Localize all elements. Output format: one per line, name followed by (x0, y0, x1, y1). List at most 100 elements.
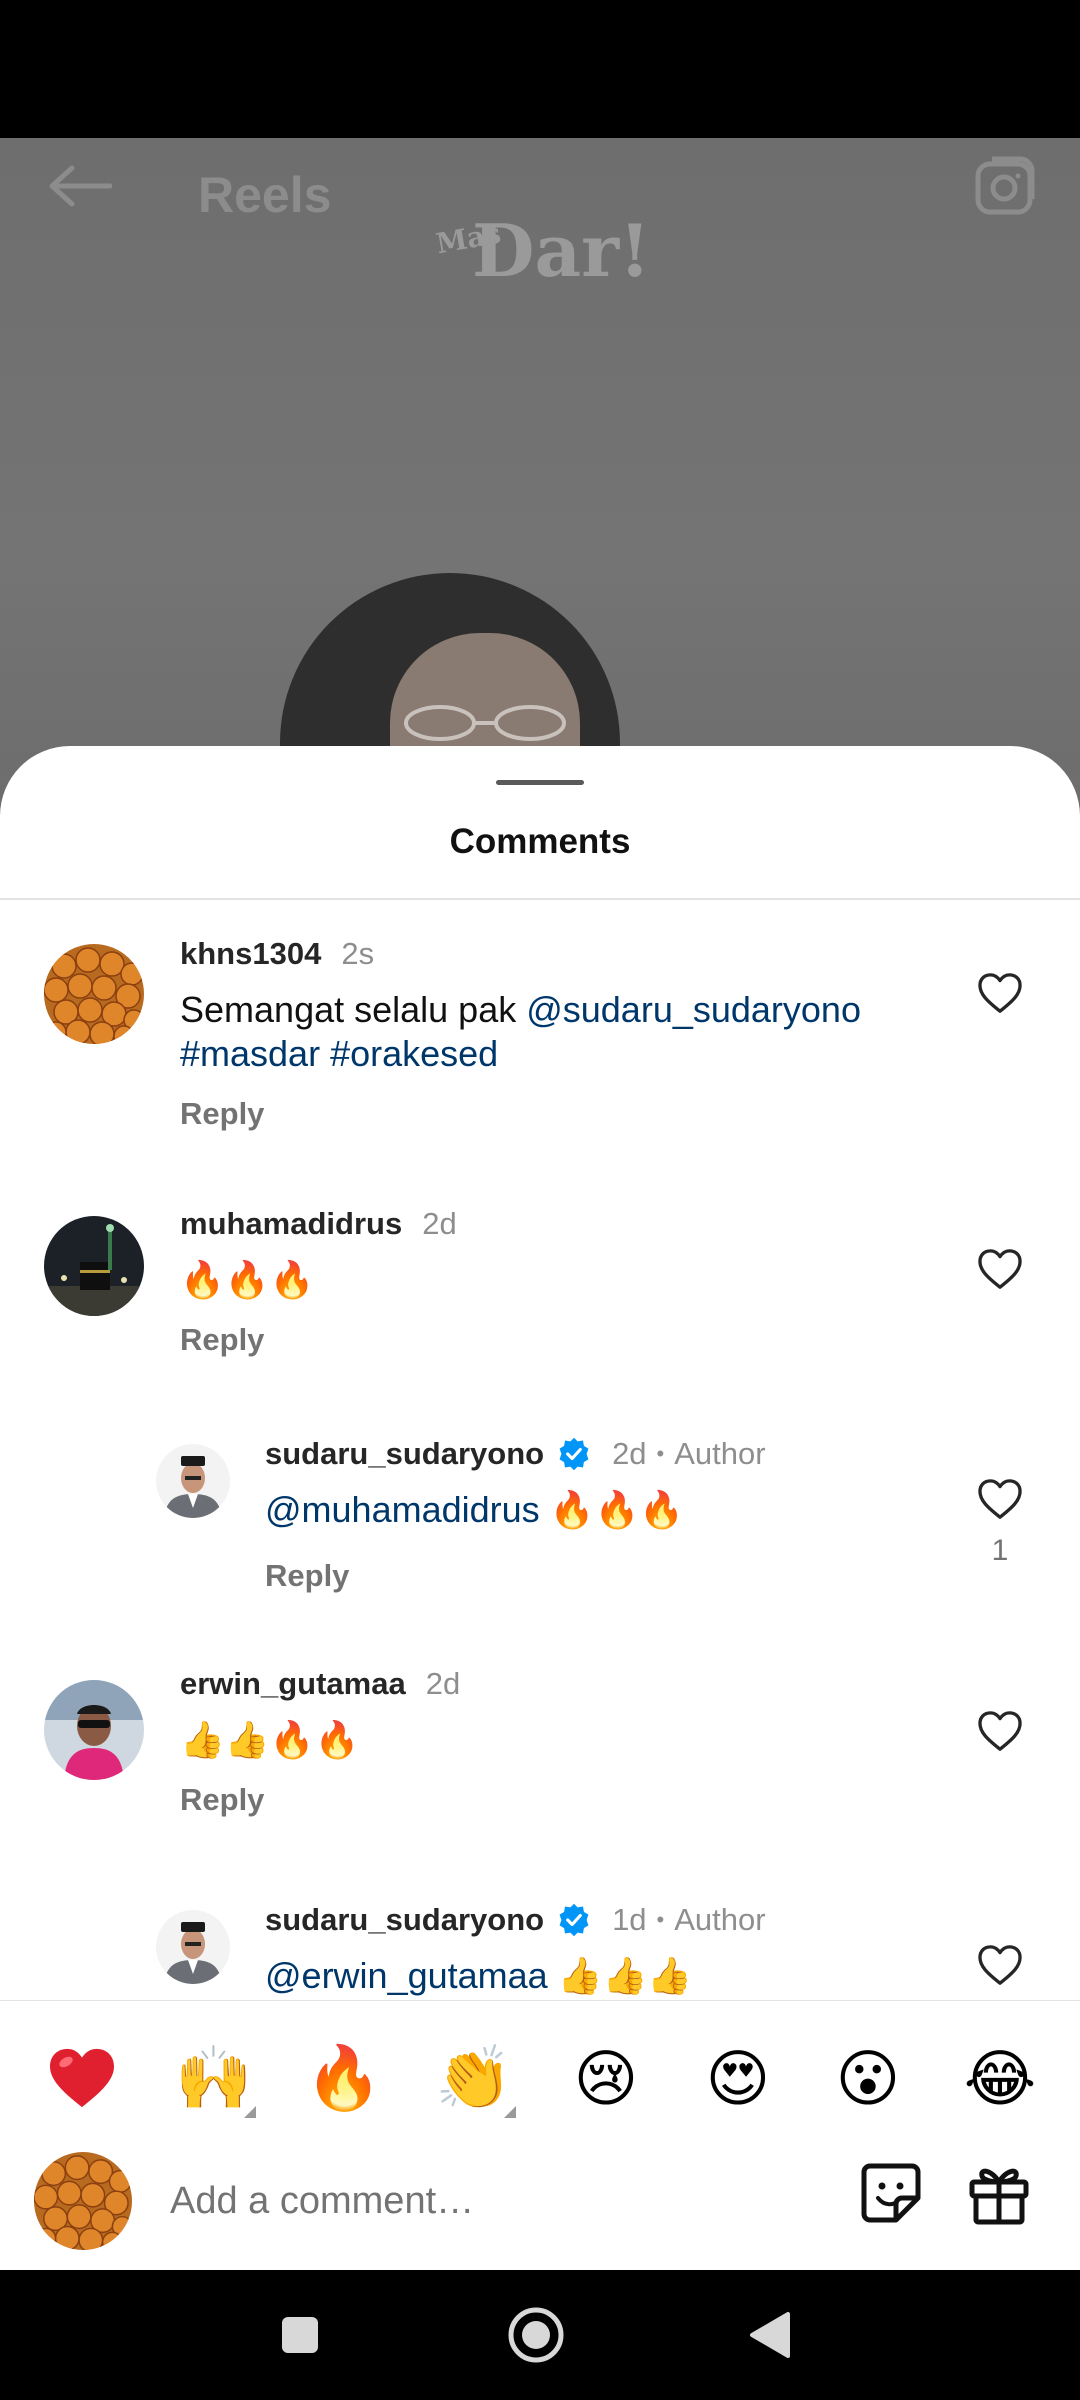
comment-username[interactable]: muhamadidrus (180, 1206, 402, 1242)
heart-icon (978, 973, 1022, 1013)
comment-mention[interactable]: @muhamadidrus (265, 1489, 540, 1530)
heart-eyes-emoji: 😍 (705, 2044, 771, 2114)
comment-username[interactable]: erwin_gutamaa (180, 1666, 406, 1702)
reaction-surprised-button[interactable]: 😮 (818, 2028, 918, 2128)
comment-username[interactable]: sudaru_sudaryono (265, 1436, 544, 1472)
comment-meta: sudaru_sudaryono 1d • Author (265, 1902, 766, 1938)
recent-apps-button[interactable] (260, 2300, 340, 2370)
comment-meta: khns1304 2s (180, 936, 374, 972)
author-label: Author (674, 1436, 766, 1471)
quick-reactions-bar: 🙌 🔥 👏 😢 😍 😮 😂 (0, 2028, 1080, 2128)
reaction-clap-button[interactable]: 👏 (424, 2028, 524, 2128)
square-icon (282, 2317, 318, 2353)
surprised-face-emoji: 😮 (835, 2044, 901, 2114)
fire-emoji: 🔥 (305, 2043, 383, 2113)
camera-button[interactable] (966, 146, 1046, 226)
reply-item: sudaru_sudaryono 1d • Author @erwin_guta… (0, 1866, 1080, 2000)
separator-dot: • (656, 1441, 665, 1466)
comment-item: erwin_gutamaa 2d 👍👍🔥🔥 Reply (0, 1632, 1080, 1866)
comment-item: khns1304 2s Semangat selalu pak @sudaru_… (0, 900, 1080, 1170)
comment-emojis: 👍👍👍 (557, 1955, 693, 1996)
skin-tone-indicator (244, 2106, 256, 2118)
comment-username[interactable]: khns1304 (180, 936, 321, 972)
comment-input[interactable] (170, 2166, 810, 2236)
raised-hands-emoji: 🙌 (175, 2043, 253, 2113)
reaction-laughing-button[interactable]: 😂 (950, 2028, 1050, 2128)
reaction-divider (0, 2000, 1080, 2001)
sheet-title: Comments (449, 822, 631, 861)
crying-face-emoji: 😢 (573, 2044, 639, 2114)
comment-text: @erwin_gutamaa 👍👍👍 (265, 1954, 692, 1998)
verified-badge-icon (559, 1903, 589, 1937)
comment-meta: sudaru_sudaryono 2d • Author (265, 1436, 766, 1472)
like-button[interactable] (970, 1248, 1030, 1290)
avatar[interactable] (156, 1910, 230, 1984)
triangle-back-icon (750, 2312, 790, 2358)
comment-item: muhamadidrus 2d 🔥🔥🔥 Reply (0, 1170, 1080, 1400)
reaction-raised-hands-button[interactable]: 🙌 (164, 2028, 264, 2128)
circle-icon (508, 2307, 564, 2363)
current-user-avatar (34, 2152, 132, 2250)
gift-icon (969, 2168, 1029, 2225)
heart-icon (978, 1249, 1022, 1289)
comment-meta: muhamadidrus 2d (180, 1206, 457, 1242)
comment-hashtags[interactable]: #masdar #orakesed (180, 1033, 498, 1074)
reaction-heart-button[interactable] (32, 2028, 132, 2128)
drag-handle[interactable] (496, 780, 584, 785)
like-button[interactable] (970, 1944, 1030, 1986)
heart-icon (978, 1479, 1022, 1519)
comment-time: 2d (422, 1206, 457, 1241)
heart-icon (978, 1945, 1022, 1985)
back-nav-button[interactable] (730, 2300, 810, 2370)
comments-sheet: Comments khns1304 2s Semangat selalu pak… (0, 746, 1080, 2270)
laughing-tears-emoji: 😂 (963, 2044, 1037, 2114)
home-button[interactable] (496, 2300, 576, 2370)
reaction-heart-eyes-button[interactable]: 😍 (688, 2028, 788, 2128)
reply-button[interactable]: Reply (180, 1322, 264, 1358)
comment-text-plain: Semangat selalu pak (180, 989, 527, 1030)
comment-mention[interactable]: @erwin_gutamaa (265, 1955, 548, 1996)
avatar[interactable] (44, 1216, 144, 1316)
reaction-fire-button[interactable]: 🔥 (294, 2028, 394, 2128)
like-count: 1 (991, 1534, 1009, 1567)
heart-icon (978, 1711, 1022, 1751)
comment-time: 2d (612, 1436, 647, 1471)
watermark-big-text: Dar! (472, 208, 651, 293)
comment-time: 2s (341, 936, 375, 971)
separator-dot: • (656, 1907, 665, 1932)
back-button[interactable] (40, 146, 120, 226)
like-button[interactable] (970, 972, 1030, 1014)
author-label: Author (674, 1902, 766, 1937)
comment-mention[interactable]: @sudaru_sudaryono (526, 989, 861, 1030)
comments-list[interactable]: khns1304 2s Semangat selalu pak @sudaru_… (0, 900, 1080, 2000)
camera-icon (975, 156, 1035, 215)
comment-emojis: 🔥🔥🔥 (549, 1489, 685, 1530)
like-button[interactable]: 1 (970, 1478, 1030, 1568)
avatar[interactable] (156, 1444, 230, 1518)
clapping-hands-emoji: 👏 (435, 2043, 513, 2113)
sticker-icon (861, 2163, 921, 2223)
system-nav-bar (0, 2270, 1080, 2400)
comment-time: 1d (612, 1902, 647, 1937)
comment-time: 2d (425, 1666, 461, 1701)
comment-emojis: 🔥🔥🔥 (180, 1259, 315, 1300)
sticker-button[interactable] (858, 2160, 932, 2234)
reply-button[interactable]: Reply (180, 1096, 264, 1132)
avatar[interactable] (44, 1680, 144, 1780)
reply-button[interactable]: Reply (180, 1782, 264, 1818)
reply-item: sudaru_sudaryono 2d • Author @muhamadidr… (0, 1400, 1080, 1632)
comment-text: 🔥🔥🔥 (180, 1258, 314, 1302)
reel-video-background[interactable]: Reels Mas Dar! (0, 138, 1080, 838)
reply-button[interactable]: Reply (265, 1558, 349, 1594)
comment-text: 👍👍🔥🔥 (180, 1718, 359, 1762)
avatar[interactable] (44, 944, 144, 1044)
status-bar (0, 0, 1080, 138)
gift-button[interactable] (966, 2160, 1040, 2234)
like-button[interactable] (970, 1710, 1030, 1752)
arrow-left-icon (49, 165, 112, 207)
comment-composer (0, 2136, 1080, 2270)
comment-text: @muhamadidrus 🔥🔥🔥 (265, 1488, 684, 1532)
comment-emojis: 👍👍🔥🔥 (180, 1719, 360, 1760)
reaction-crying-button[interactable]: 😢 (556, 2028, 656, 2128)
comment-username[interactable]: sudaru_sudaryono (265, 1902, 544, 1938)
